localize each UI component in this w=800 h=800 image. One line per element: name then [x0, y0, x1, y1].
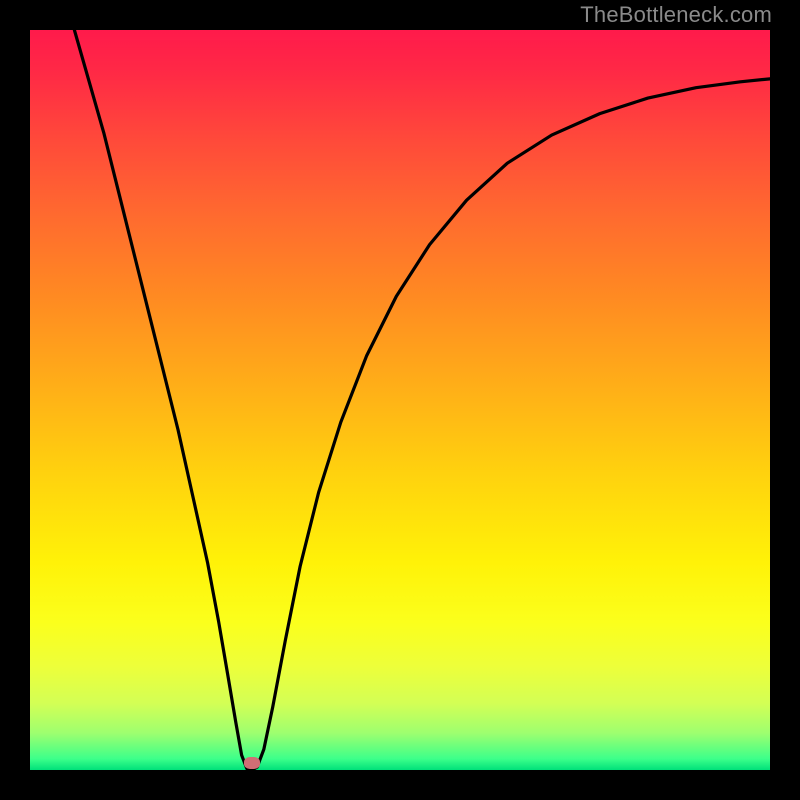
optimal-marker — [244, 757, 260, 769]
bottleneck-curve — [74, 30, 770, 770]
plot-area — [30, 30, 770, 770]
curve-layer — [30, 30, 770, 770]
chart-frame: TheBottleneck.com — [0, 0, 800, 800]
watermark-text: TheBottleneck.com — [580, 2, 772, 28]
